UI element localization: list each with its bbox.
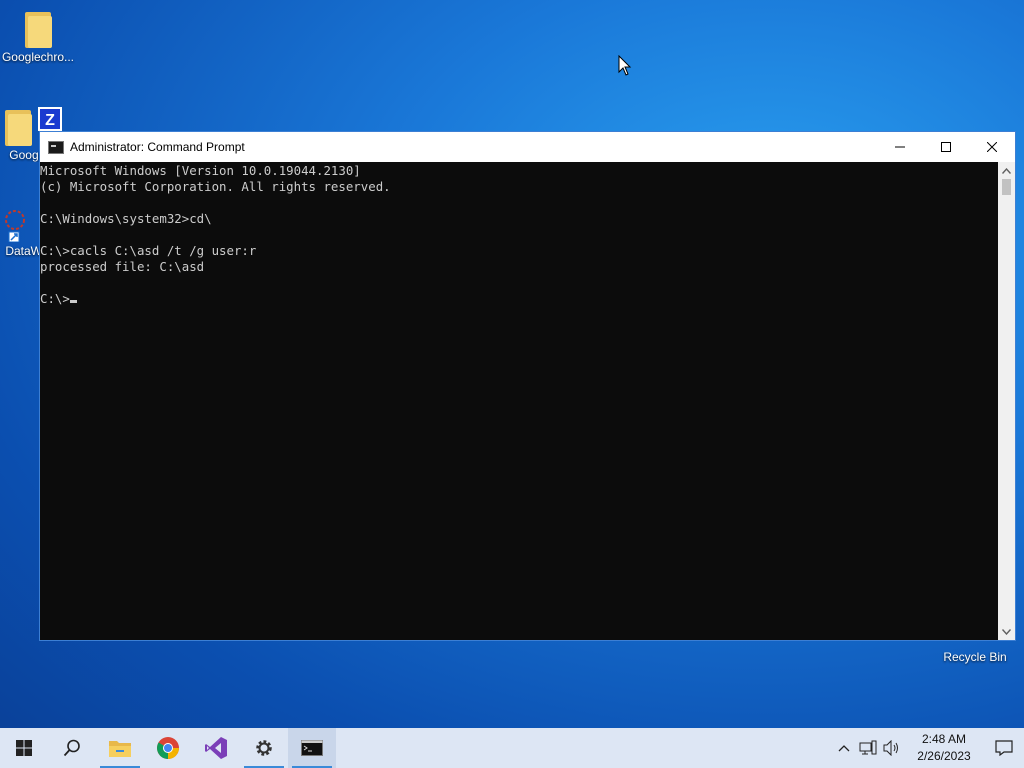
maximize-button[interactable]	[923, 132, 969, 162]
chevron-down-icon	[1002, 628, 1011, 635]
volume-button[interactable]	[880, 728, 904, 768]
text-cursor	[69, 300, 77, 303]
close-icon	[987, 142, 997, 152]
command-prompt-window[interactable]: Administrator: Command Prompt Microsoft …	[39, 131, 1016, 641]
console-line: processed file: C:\asd	[40, 259, 205, 274]
taskbar-chrome[interactable]	[144, 728, 192, 768]
clock-time: 2:48 AM	[921, 732, 967, 746]
desktop-icon-googlechrome-folder[interactable]: Googlechro...	[0, 10, 76, 64]
notification-icon	[995, 740, 1013, 756]
recycle-bin[interactable]: Recycle Bin	[940, 650, 1010, 664]
minimize-icon	[895, 146, 905, 148]
scroll-down-button[interactable]	[998, 623, 1015, 640]
chevron-up-icon	[838, 745, 850, 752]
visual-studio-icon	[205, 737, 227, 759]
taskbar-visual-studio[interactable]	[192, 728, 240, 768]
recycle-bin-label: Recycle Bin	[943, 650, 1007, 664]
chevron-up-icon	[1002, 167, 1011, 174]
console-output[interactable]: Microsoft Windows [Version 10.0.19044.21…	[40, 162, 1000, 641]
minimize-button[interactable]	[877, 132, 923, 162]
taskbar: 2:48 AM 2/26/2023	[0, 728, 1024, 768]
cmd-icon	[48, 140, 64, 154]
gear-icon	[256, 740, 272, 756]
console-line: C:\>cacls C:\asd /t /g user:r	[40, 243, 257, 258]
folder-icon	[109, 741, 131, 757]
console-line: (c) Microsoft Corporation. All rights re…	[40, 179, 391, 194]
console-line: Microsoft Windows [Version 10.0.19044.21…	[40, 163, 361, 178]
window-title: Administrator: Command Prompt	[70, 140, 245, 154]
folder-icon	[3, 108, 33, 146]
shortcut-app-icon	[0, 208, 27, 243]
network-icon	[859, 740, 877, 755]
zip-archive-icon: Z	[38, 107, 62, 131]
maximize-icon	[941, 142, 951, 152]
network-button[interactable]	[856, 728, 880, 768]
taskbar-command-prompt[interactable]	[288, 728, 336, 768]
action-center-button[interactable]	[984, 728, 1024, 768]
console-prompt: C:\>	[40, 291, 70, 306]
folder-icon	[23, 10, 53, 48]
desktop-icon-label: DataW	[5, 244, 42, 258]
vertical-scrollbar[interactable]	[998, 162, 1015, 640]
mouse-cursor-icon	[618, 55, 632, 76]
window-titlebar[interactable]: Administrator: Command Prompt	[40, 132, 1015, 162]
taskbar-settings[interactable]	[240, 728, 288, 768]
close-button[interactable]	[969, 132, 1015, 162]
cmd-icon	[301, 740, 323, 756]
scroll-thumb[interactable]	[1002, 179, 1011, 195]
search-icon	[63, 739, 80, 757]
desktop-icon-dataw-shortcut[interactable]: DataW	[0, 208, 42, 258]
system-tray: 2:48 AM 2/26/2023	[832, 728, 1024, 768]
console-prompt-line: C:\>	[40, 291, 1000, 307]
speaker-icon	[883, 740, 898, 756]
desktop-icon-label: Googlechro...	[1, 50, 75, 64]
windows-logo-icon	[16, 740, 32, 756]
clock-date: 2/26/2023	[917, 749, 971, 763]
show-hidden-icons-button[interactable]	[832, 728, 856, 768]
start-button[interactable]	[0, 728, 48, 768]
chrome-icon	[157, 737, 179, 759]
taskbar-file-explorer[interactable]	[96, 728, 144, 768]
taskbar-clock[interactable]: 2:48 AM 2/26/2023	[904, 731, 984, 765]
scroll-up-button[interactable]	[998, 162, 1015, 179]
console-line: C:\Windows\system32>cd\	[40, 211, 212, 226]
search-button[interactable]	[48, 728, 96, 768]
